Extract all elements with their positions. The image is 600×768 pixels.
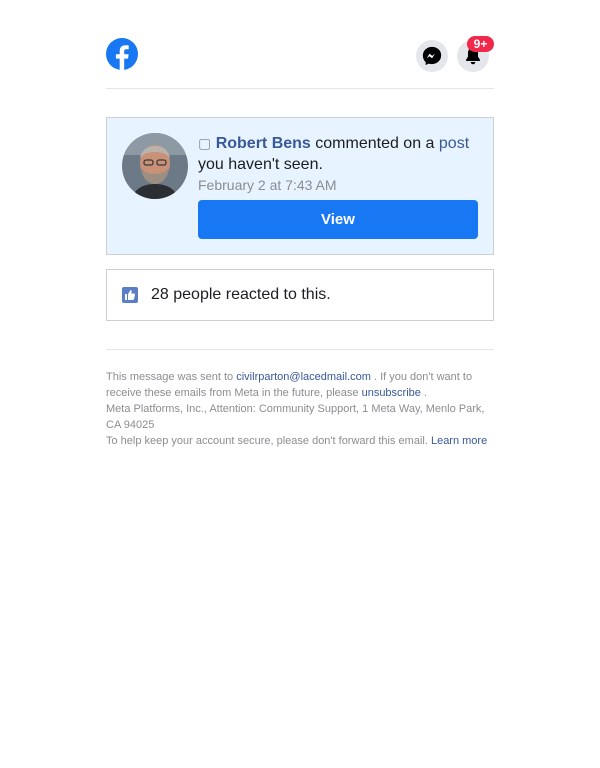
reaction-summary: 28 people reacted to this. xyxy=(151,286,331,304)
footer: This message was sent to civilrparton@la… xyxy=(106,369,494,449)
reaction-count: 28 xyxy=(151,286,169,303)
security-text: To help keep your account secure, please… xyxy=(106,435,428,447)
messenger-button[interactable] xyxy=(416,40,448,72)
header: 9+ xyxy=(106,0,494,89)
reaction-label: people reacted to this. xyxy=(173,286,331,303)
recipient-email-link[interactable]: civilrparton@lacedmail.com xyxy=(236,371,371,383)
email-container: 9+ ▢ Robert Bens commented on a post you… xyxy=(106,0,494,447)
company-address: Meta Platforms, Inc., Attention: Communi… xyxy=(106,403,485,431)
notification-badge: 9+ xyxy=(467,36,494,52)
learn-more-link[interactable]: Learn more xyxy=(431,435,487,447)
unsubscribe-link[interactable]: unsubscribe xyxy=(362,387,421,399)
facebook-logo-icon[interactable] xyxy=(106,38,138,70)
like-icon xyxy=(122,287,138,303)
sent-prefix: This message was sent to xyxy=(106,371,234,383)
unsubscribe-suffix: . xyxy=(423,387,428,399)
actor-name-link[interactable]: Robert Bens xyxy=(216,135,311,152)
avatar xyxy=(122,133,188,199)
footer-divider xyxy=(106,349,494,350)
notification-text: ▢ Robert Bens commented on a post you ha… xyxy=(198,133,483,175)
notification-tail: you haven't seen. xyxy=(198,156,323,173)
messenger-icon xyxy=(422,46,442,66)
security-line: To help keep your account secure, please… xyxy=(106,433,494,449)
post-link[interactable]: post xyxy=(439,135,469,152)
action-text: commented on a xyxy=(315,135,435,152)
view-button[interactable]: View xyxy=(198,200,478,239)
notification-card: ▢ Robert Bens commented on a post you ha… xyxy=(106,117,494,255)
avatar-photo xyxy=(122,133,188,199)
reactions-box: 28 people reacted to this. xyxy=(106,269,494,321)
footer-recipient-line: This message was sent to civilrparton@la… xyxy=(106,369,494,401)
notification-type-icon: ▢ xyxy=(198,135,212,151)
timestamp: February 2 at 7:43 AM xyxy=(198,177,337,193)
